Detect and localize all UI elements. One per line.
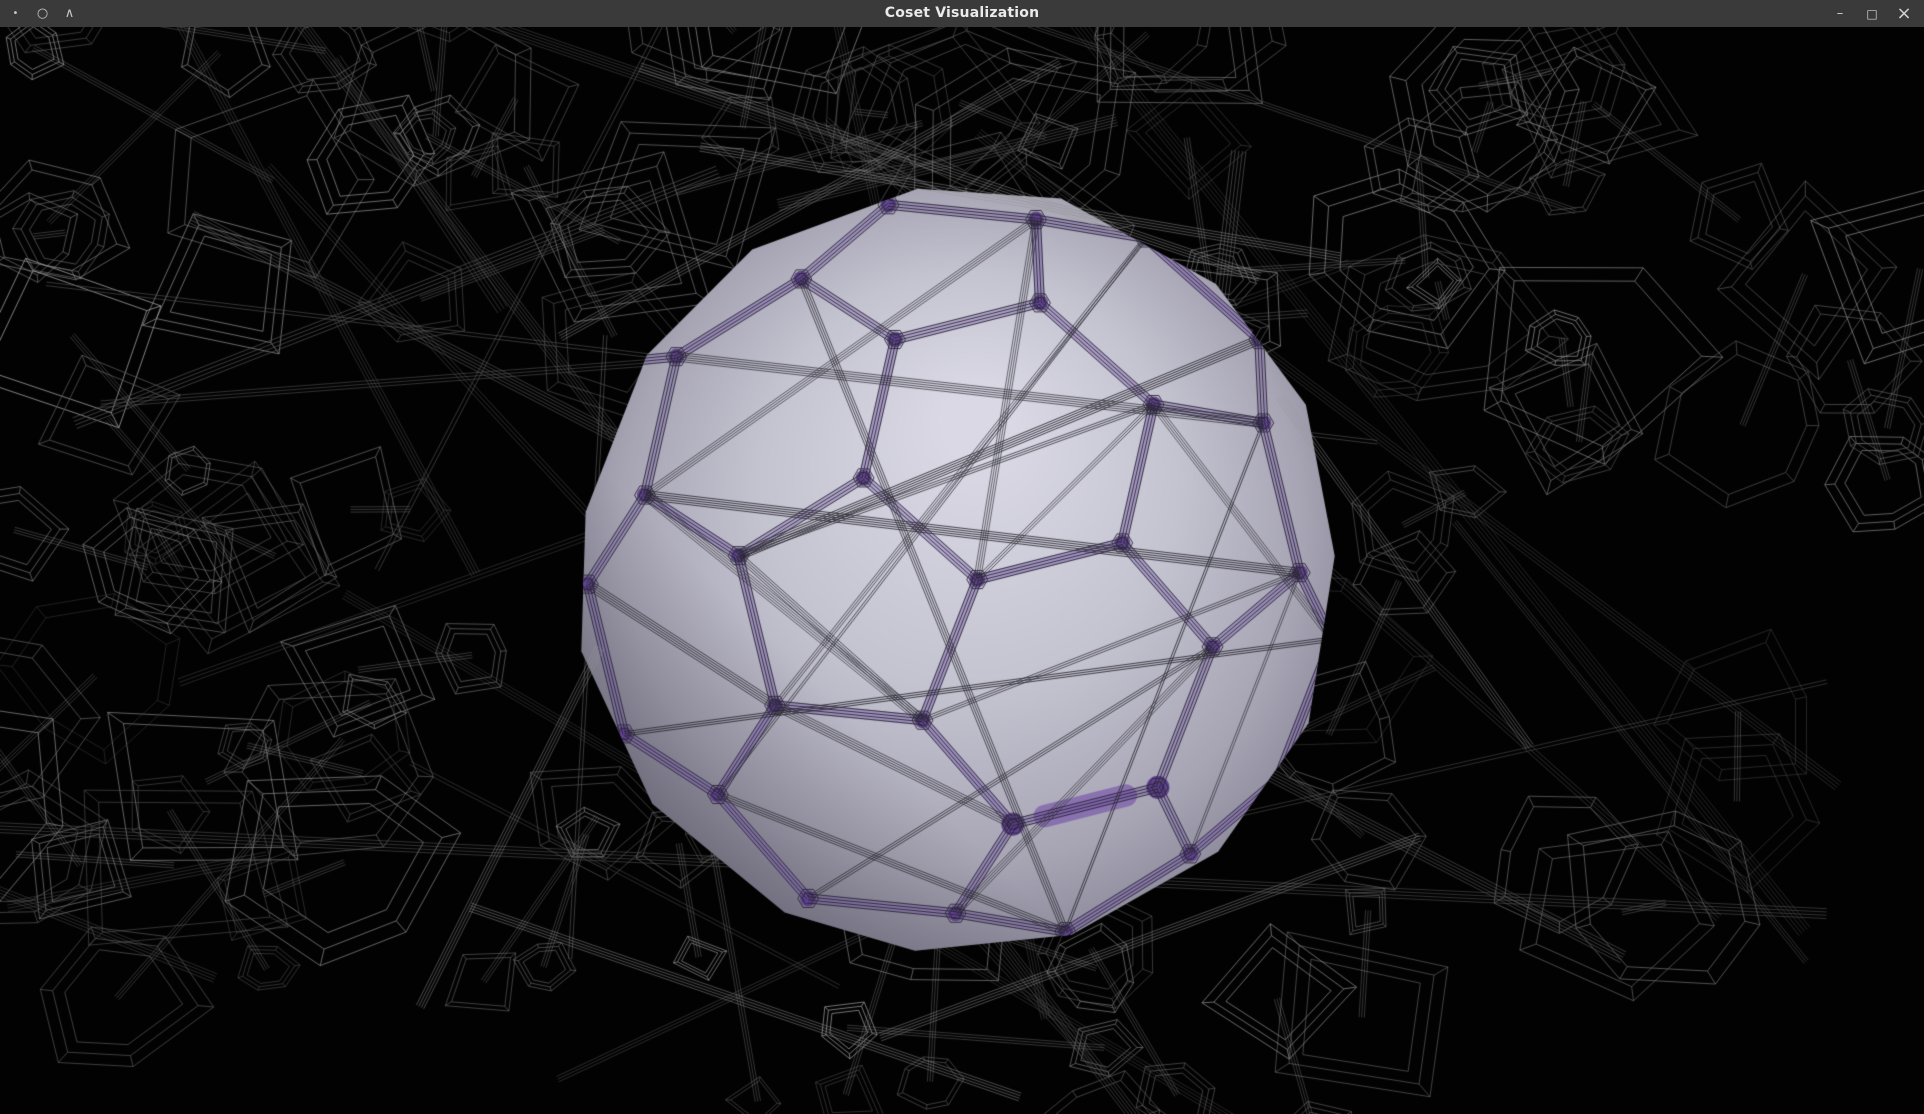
viewport-canvas[interactable] xyxy=(0,27,1924,1114)
window-title: Coset Visualization xyxy=(0,0,1924,27)
window-controls: – □ × xyxy=(1824,0,1920,27)
close-icon[interactable]: × xyxy=(1888,0,1920,27)
minimize-icon[interactable]: – xyxy=(1824,0,1856,27)
maximize-icon[interactable]: □ xyxy=(1856,0,1888,27)
titlebar[interactable]: • ○ ∧ Coset Visualization – □ × xyxy=(0,0,1924,27)
app-window: • ○ ∧ Coset Visualization – □ × xyxy=(0,0,1924,1114)
